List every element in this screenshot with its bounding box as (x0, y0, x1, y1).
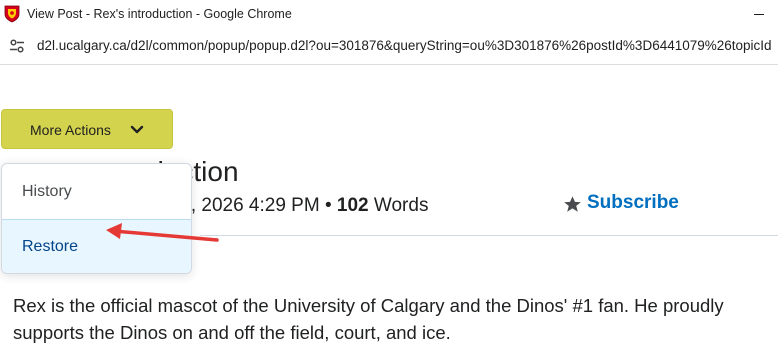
star-icon (564, 195, 581, 212)
words-label: Words (373, 195, 429, 216)
minimize-icon (754, 13, 764, 15)
window-title: View Post - Rex's introduction - Google … (27, 7, 292, 21)
ucalgary-crest-icon (4, 5, 20, 23)
annotation-arrow-icon (106, 223, 219, 242)
more-actions-button[interactable]: More Actions (1, 109, 173, 149)
address-bar[interactable]: d2l.ucalgary.ca/d2l/common/popup/popup.d… (0, 29, 778, 65)
subscribe-label: Subscribe (587, 192, 679, 213)
site-info-icon[interactable] (9, 38, 25, 54)
window-title-bar: View Post - Rex's introduction - Google … (0, 0, 778, 29)
more-actions-menu: History Restore (1, 163, 192, 274)
post-body: Rex is the official mascot of the Univer… (13, 295, 724, 343)
subscribe-button[interactable]: Subscribe (563, 192, 679, 214)
word-count: 102 (336, 195, 369, 216)
chevron-down-icon (130, 125, 144, 134)
menu-item-label: Restore (22, 238, 79, 255)
divider (200, 235, 778, 236)
menu-item-label: History (22, 183, 72, 200)
menu-item-history[interactable]: History (2, 165, 191, 219)
meta-separator: • (324, 195, 332, 216)
more-actions-label: More Actions (30, 122, 111, 138)
url-text[interactable]: d2l.ucalgary.ca/d2l/common/popup/popup.d… (37, 38, 772, 53)
minimize-button[interactable] (750, 6, 768, 22)
